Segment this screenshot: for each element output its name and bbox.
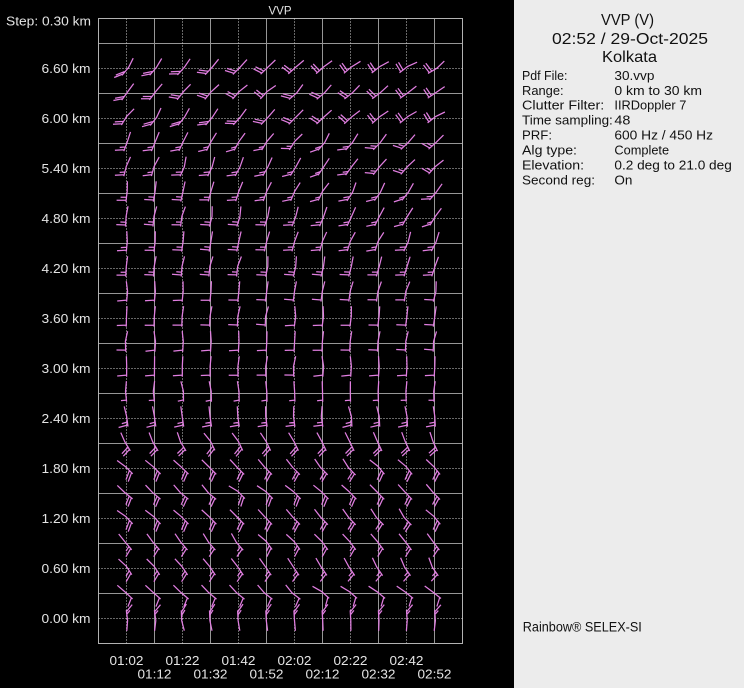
- svg-text:02:52 / 29-Oct-2025: 02:52 / 29-Oct-2025: [552, 31, 708, 48]
- svg-text:4.20 km: 4.20 km: [42, 261, 91, 276]
- svg-text:3.60 km: 3.60 km: [42, 311, 91, 326]
- svg-text:4.80 km: 4.80 km: [42, 211, 91, 226]
- svg-text:0.00 km: 0.00 km: [42, 611, 91, 626]
- svg-text:0.60 km: 0.60 km: [42, 561, 91, 576]
- svg-text:Elevation:: Elevation:: [522, 158, 584, 173]
- svg-text:01:32: 01:32: [194, 667, 228, 682]
- svg-text:Second reg:: Second reg:: [522, 172, 595, 187]
- svg-text:On: On: [614, 172, 632, 187]
- svg-text:1.20 km: 1.20 km: [42, 511, 91, 526]
- svg-text:5.40 km: 5.40 km: [42, 161, 91, 176]
- svg-text:30.vvp: 30.vvp: [614, 68, 654, 83]
- svg-text:600 Hz / 450 Hz: 600 Hz / 450 Hz: [614, 128, 713, 143]
- svg-text:0.2 deg to 21.0 deg: 0.2 deg to 21.0 deg: [614, 158, 731, 173]
- svg-text:Complete: Complete: [614, 143, 669, 158]
- svg-text:IIRDoppler 7: IIRDoppler 7: [614, 98, 686, 113]
- svg-text:01:12: 01:12: [138, 667, 172, 682]
- svg-text:Kolkata: Kolkata: [602, 49, 657, 66]
- svg-text:3.00 km: 3.00 km: [42, 361, 91, 376]
- svg-text:Alg type:: Alg type:: [522, 143, 577, 158]
- svg-text:48: 48: [614, 113, 630, 128]
- svg-text:02:32: 02:32: [362, 667, 396, 682]
- svg-text:VVP (V): VVP (V): [601, 12, 654, 29]
- svg-text:02:12: 02:12: [306, 667, 340, 682]
- svg-text:Time sampling:: Time sampling:: [522, 113, 613, 128]
- svg-text:VVP: VVP: [269, 5, 292, 17]
- svg-text:Clutter Filter:: Clutter Filter:: [522, 98, 604, 113]
- svg-text:Range:: Range:: [522, 83, 564, 98]
- svg-text:02:52: 02:52: [418, 667, 452, 682]
- svg-text:6.60 km: 6.60 km: [42, 61, 91, 76]
- svg-text:01:52: 01:52: [250, 667, 284, 682]
- svg-text:PRF:: PRF:: [522, 128, 552, 143]
- svg-text:1.80 km: 1.80 km: [42, 461, 91, 476]
- svg-text:6.00 km: 6.00 km: [42, 111, 91, 126]
- svg-text:0 km to 30 km: 0 km to 30 km: [614, 83, 702, 98]
- svg-text:Rainbow® SELEX-SI: Rainbow® SELEX-SI: [523, 619, 642, 634]
- svg-text:Step: 0.30 km: Step: 0.30 km: [6, 14, 91, 29]
- svg-text:Pdf File:: Pdf File:: [522, 68, 567, 83]
- svg-text:2.40 km: 2.40 km: [42, 411, 91, 426]
